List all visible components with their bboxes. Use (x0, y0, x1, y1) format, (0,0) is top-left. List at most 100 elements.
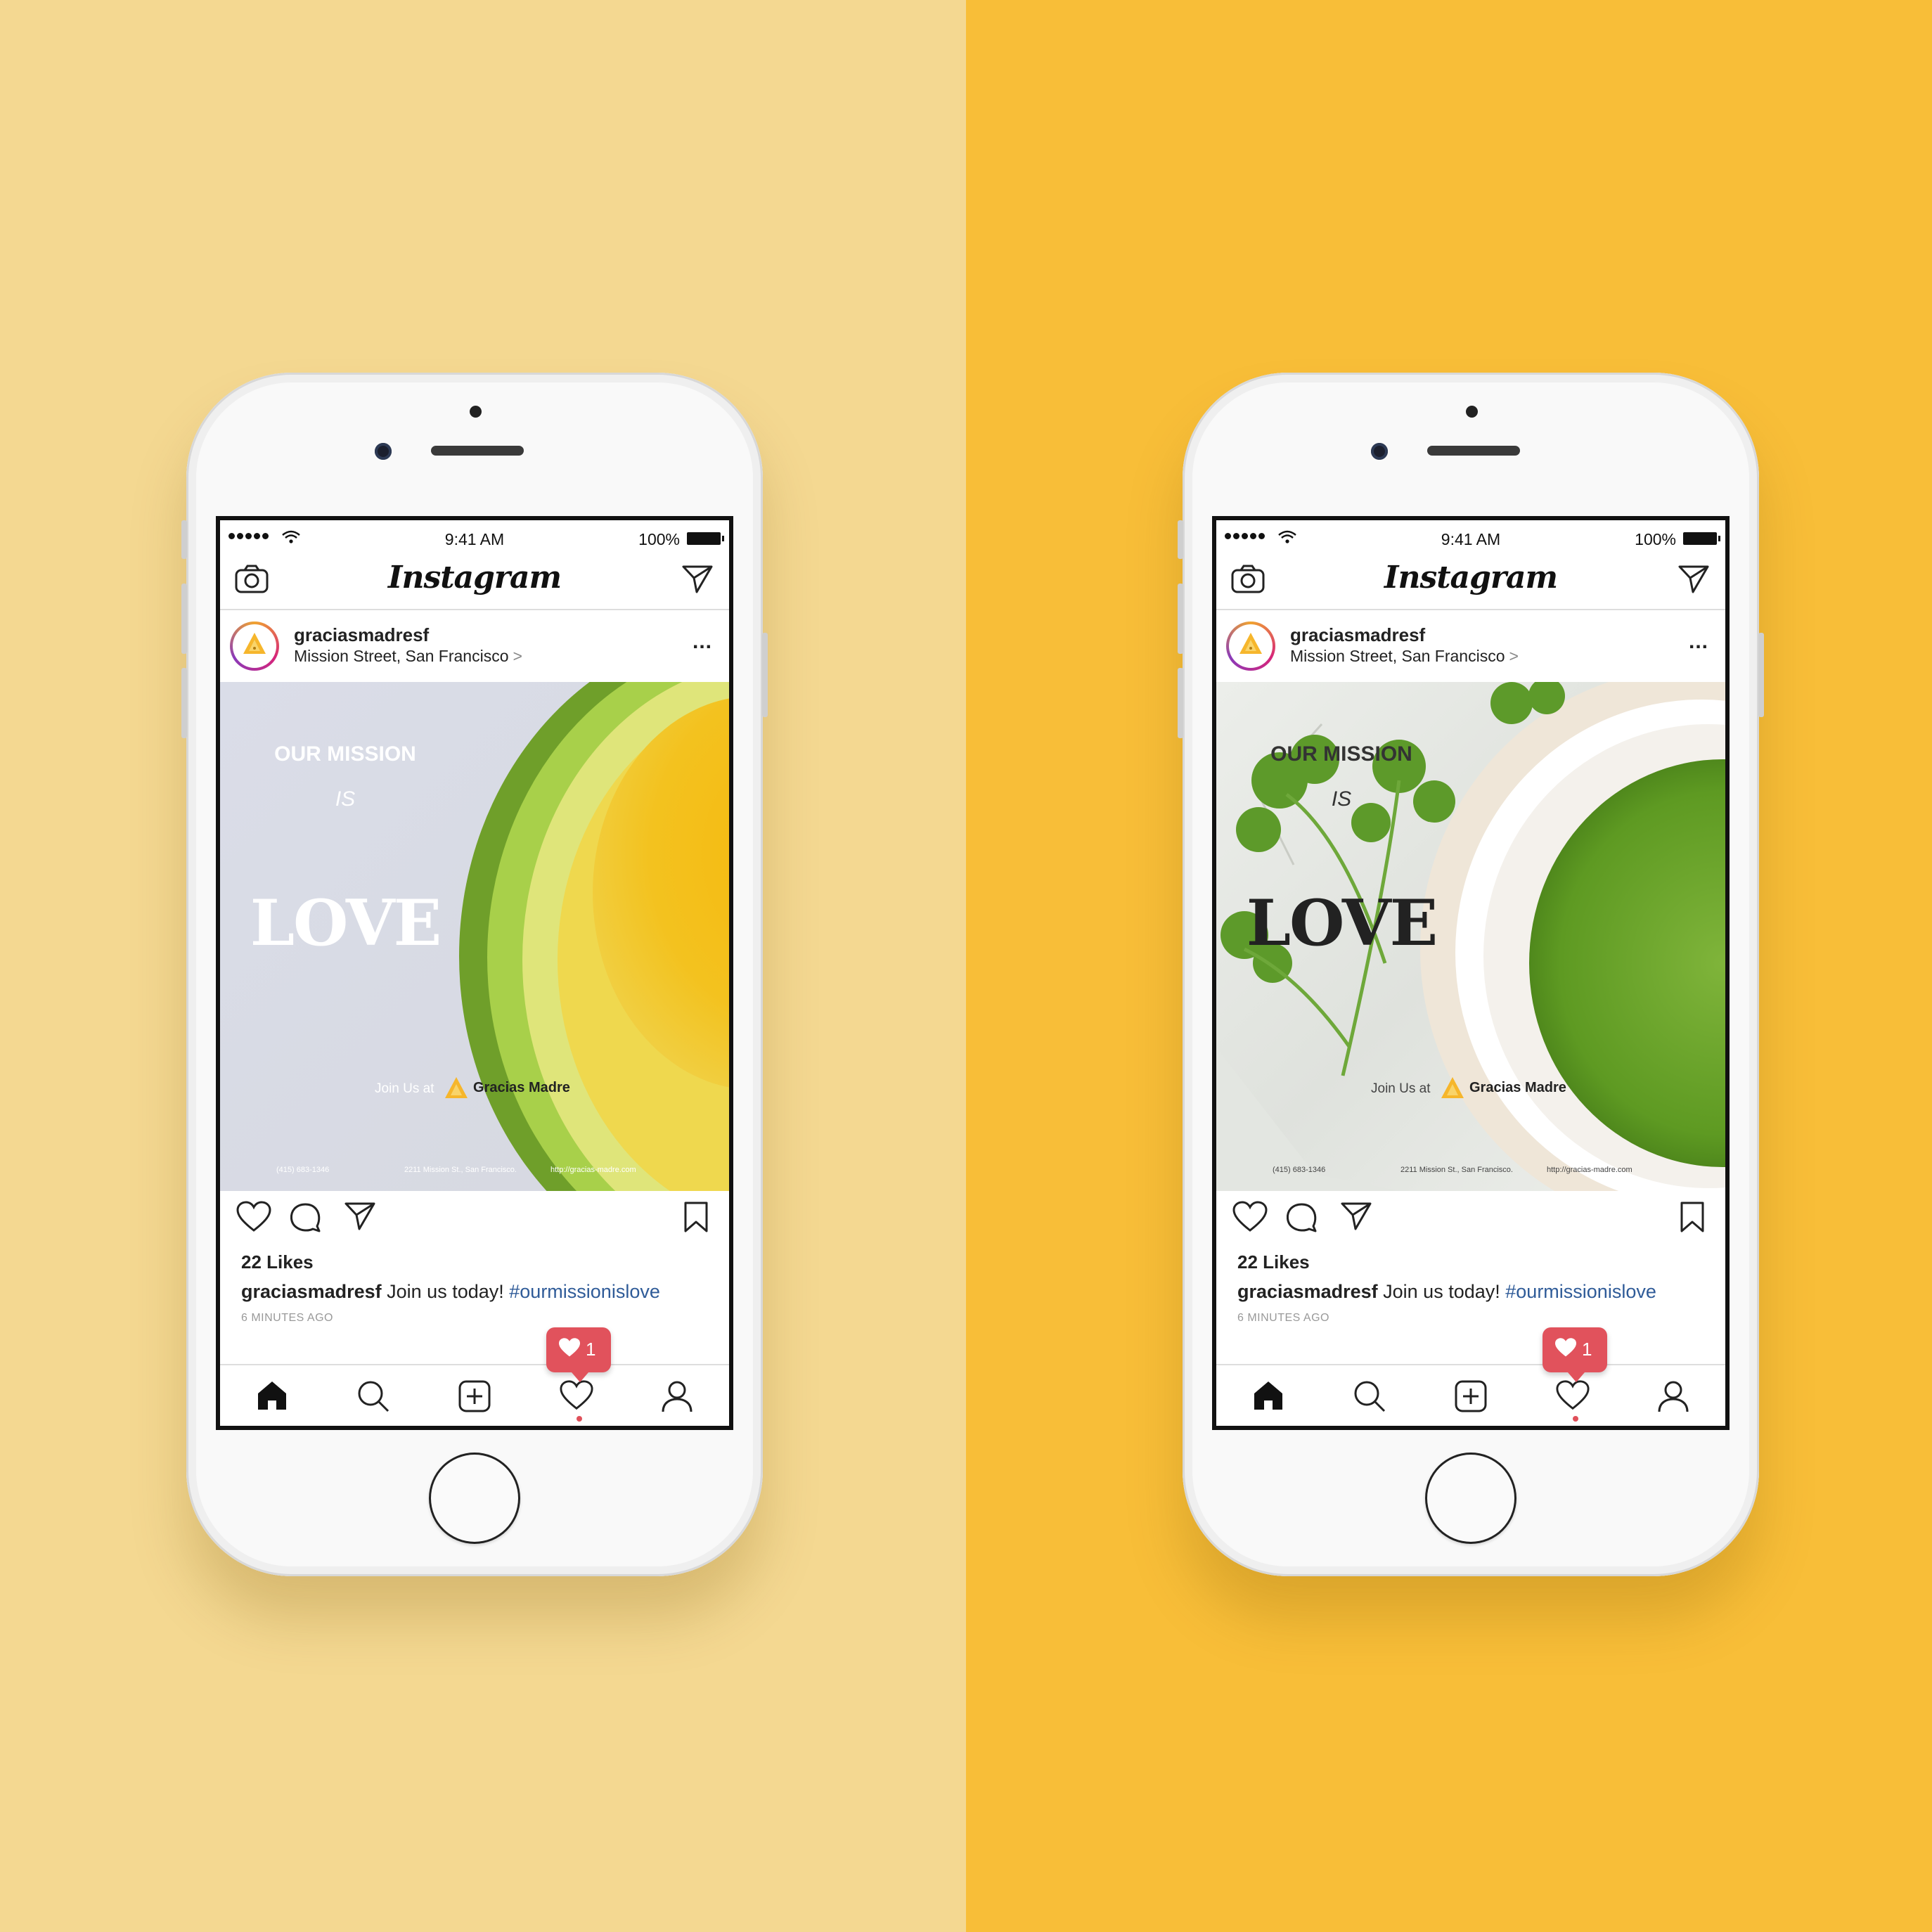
like-heart-icon[interactable] (236, 1201, 272, 1233)
activity-heart-icon[interactable] (1555, 1379, 1590, 1412)
front-camera (1371, 443, 1388, 460)
image-join-text: Join Us at (375, 1081, 434, 1096)
status-bar: 9:41 AM 100% (220, 520, 729, 554)
bookmark-icon[interactable] (1679, 1201, 1706, 1233)
more-options-button[interactable]: ... (693, 631, 712, 652)
notification-heart-icon (559, 1338, 580, 1357)
app-header: Instagram (1216, 554, 1725, 610)
tab-bar (220, 1364, 729, 1426)
app-logo: Instagram (387, 560, 562, 595)
proximity-sensor (470, 406, 482, 418)
post-caption: graciasmadresf Join us today! #ourmissio… (241, 1281, 660, 1303)
volume-down-button (181, 668, 187, 738)
activity-indicator-dot (1573, 1416, 1578, 1422)
home-button (429, 1453, 520, 1544)
image-phone: (415) 683-1346 (276, 1166, 330, 1174)
brand-logo-icon (1441, 1077, 1464, 1098)
activity-indicator-dot (577, 1416, 582, 1422)
profile-icon[interactable] (660, 1379, 694, 1413)
image-join-text: Join Us at (1371, 1081, 1431, 1096)
search-icon[interactable] (1353, 1379, 1386, 1413)
home-icon[interactable] (255, 1379, 289, 1412)
share-icon[interactable] (344, 1201, 376, 1232)
gracias-madre-logo-icon (1239, 633, 1262, 654)
avatar[interactable] (230, 622, 279, 671)
direct-message-icon[interactable] (1677, 564, 1710, 595)
image-address: 2211 Mission St., San Francisco. (1400, 1166, 1513, 1174)
activity-notification[interactable]: 1 (546, 1327, 611, 1382)
image-brand-name: Gracias Madre (1469, 1080, 1566, 1095)
activity-heart-icon[interactable] (559, 1379, 594, 1412)
battery-percent: 100% (638, 530, 680, 548)
phone-right: 9:41 AM 100% Instagram graciasmadresf Mi… (1178, 373, 1764, 1576)
earpiece-speaker (431, 446, 524, 456)
chevron-right-icon: > (1509, 647, 1519, 665)
caption-text: Join us today! (387, 1281, 504, 1302)
post-location-text: Mission Street, San Francisco (1290, 647, 1505, 665)
activity-notification[interactable]: 1 (1543, 1327, 1607, 1382)
home-icon[interactable] (1251, 1379, 1285, 1412)
battery-icon (1683, 532, 1720, 545)
notification-count: 1 (1582, 1339, 1592, 1360)
comment-icon[interactable] (289, 1201, 321, 1233)
front-camera (375, 443, 392, 460)
like-heart-icon[interactable] (1232, 1201, 1268, 1233)
post-timestamp: 6 MINUTES AGO (1237, 1312, 1329, 1324)
image-headline: OUR MISSION (1270, 742, 1412, 766)
brand-logo-icon (445, 1077, 468, 1098)
bookmark-icon[interactable] (683, 1201, 709, 1233)
proximity-sensor (1466, 406, 1478, 418)
profile-icon[interactable] (1656, 1379, 1690, 1413)
caption-text: Join us today! (1383, 1281, 1500, 1302)
status-bar: 9:41 AM 100% (1216, 520, 1725, 554)
search-icon[interactable] (356, 1379, 390, 1413)
chevron-right-icon: > (513, 647, 522, 665)
new-post-icon[interactable] (458, 1379, 491, 1413)
image-headline: OUR MISSION (274, 742, 416, 766)
volume-down-button (1178, 668, 1183, 738)
post-caption: graciasmadresf Join us today! #ourmissio… (1237, 1281, 1656, 1303)
more-options-button[interactable]: ... (1689, 631, 1708, 652)
post-image[interactable]: OUR MISSION IS LOVE Join Us at Gracias M… (1216, 682, 1725, 1191)
likes-count[interactable]: 22 Likes (241, 1251, 314, 1273)
post-location[interactable]: Mission Street, San Francisco > (1290, 647, 1519, 666)
image-subheadline: IS (1331, 787, 1352, 811)
post-actions (220, 1192, 729, 1242)
image-url: http://gracias-madre.com (550, 1166, 636, 1174)
image-phone: (415) 683-1346 (1273, 1166, 1326, 1174)
notification-heart-icon (1555, 1338, 1576, 1357)
avatar[interactable] (1226, 622, 1275, 671)
phone-left: 9:41 AM 100% Instagram graciasmadresf Mi… (181, 373, 768, 1576)
image-title: LOVE (1246, 886, 1438, 960)
image-title: LOVE (250, 886, 442, 960)
likes-count[interactable]: 22 Likes (1237, 1251, 1310, 1273)
power-button (762, 633, 768, 717)
new-post-icon[interactable] (1454, 1379, 1488, 1413)
app-header: Instagram (220, 554, 729, 610)
post-username[interactable]: graciasmadresf (294, 624, 429, 646)
share-icon[interactable] (1340, 1201, 1372, 1232)
app-logo: Instagram (1384, 560, 1558, 595)
screen: 9:41 AM 100% Instagram graciasmadresf Mi… (216, 516, 733, 1430)
battery-icon (687, 532, 724, 545)
caption-username[interactable]: graciasmadresf (1237, 1281, 1378, 1302)
post-image[interactable]: OUR MISSION IS LOVE Join Us at Gracias M… (220, 682, 729, 1191)
post-location[interactable]: Mission Street, San Francisco > (294, 647, 522, 666)
notification-count: 1 (586, 1339, 596, 1360)
direct-message-icon[interactable] (681, 564, 714, 595)
home-button (1425, 1453, 1516, 1544)
screen: 9:41 AM 100% Instagram graciasmadresf Mi… (1212, 516, 1730, 1430)
post-header: graciasmadresf Mission Street, San Franc… (220, 610, 729, 682)
gracias-madre-logo-icon (243, 633, 266, 654)
volume-up-button (1178, 584, 1183, 654)
volume-up-button (181, 584, 187, 654)
mute-switch (181, 520, 187, 559)
image-subheadline: IS (335, 787, 356, 811)
mute-switch (1178, 520, 1183, 559)
caption-username[interactable]: graciasmadresf (241, 1281, 382, 1302)
caption-hashtag[interactable]: #ourmissionislove (1505, 1281, 1656, 1302)
caption-hashtag[interactable]: #ourmissionislove (509, 1281, 660, 1302)
post-username[interactable]: graciasmadresf (1290, 624, 1425, 646)
post-location-text: Mission Street, San Francisco (294, 647, 509, 665)
comment-icon[interactable] (1285, 1201, 1318, 1233)
